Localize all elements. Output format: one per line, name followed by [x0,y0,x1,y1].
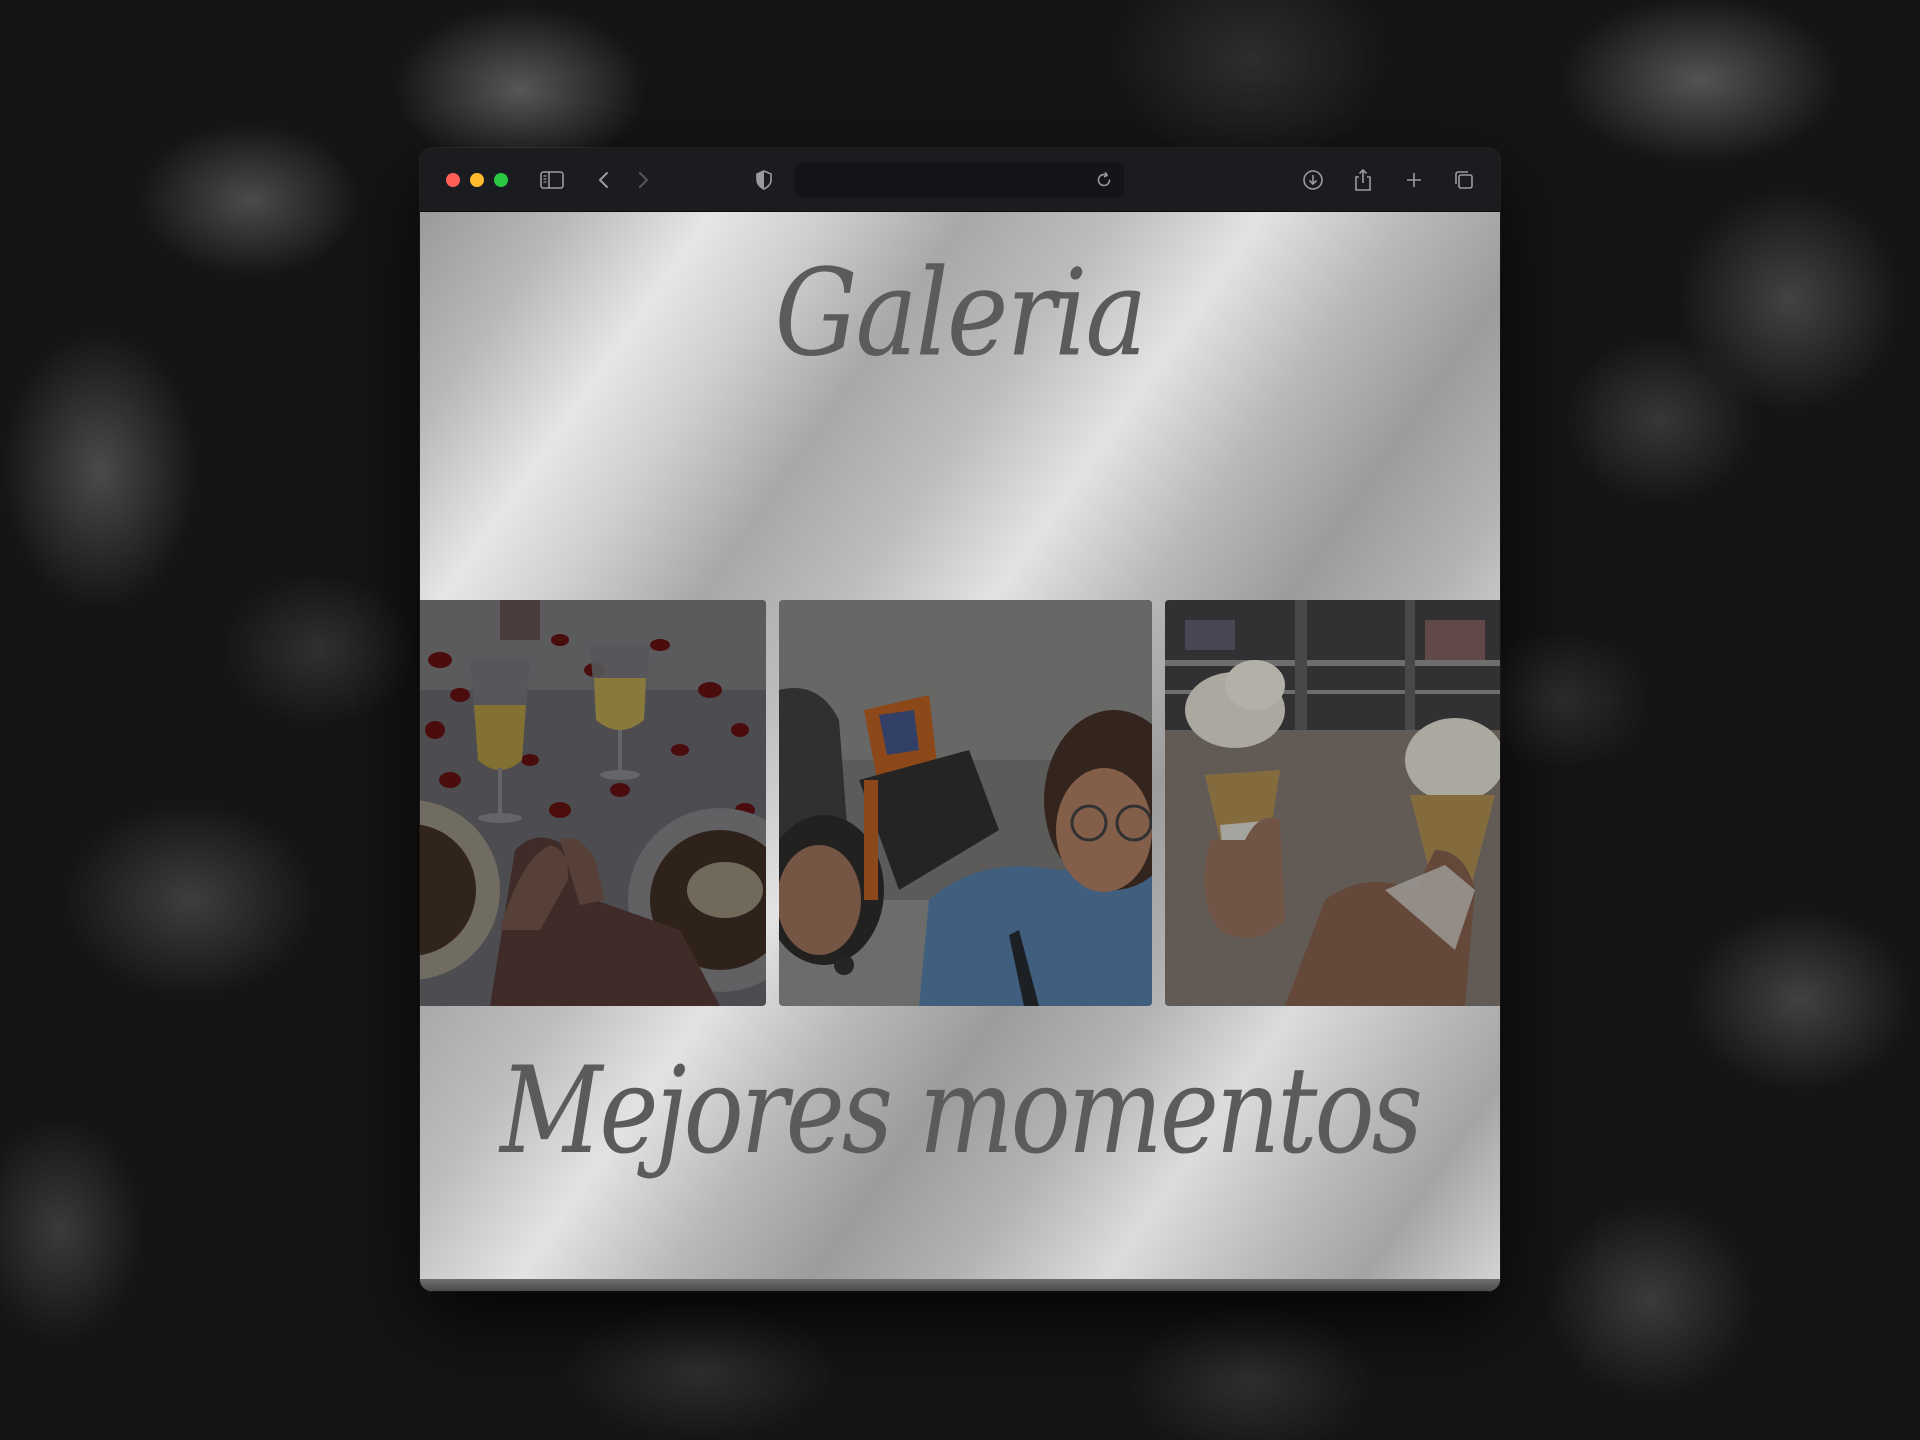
download-icon[interactable] [1299,166,1327,194]
sidebar-icon[interactable] [538,166,566,194]
gallery-photo-ice-cream[interactable] [1165,600,1500,1006]
best-moments-heading: Mejores momentos [499,1040,1423,1181]
share-icon[interactable] [1349,166,1377,194]
photo-gallery [420,600,1500,1006]
close-window-button[interactable] [446,173,460,187]
address-bar[interactable] [794,162,1124,198]
gallery-photo-selfie[interactable] [779,600,1152,1006]
page-bottom-edge [420,1279,1500,1291]
browser-toolbar [420,148,1500,212]
gallery-photo-dinner[interactable] [420,600,766,1006]
tab-overview-icon[interactable] [1450,166,1478,194]
page-content: Galeria Mejores momentos [420,212,1500,1291]
privacy-shield-icon[interactable] [750,166,778,194]
minimize-window-button[interactable] [470,173,484,187]
forward-icon[interactable] [629,166,657,194]
gallery-heading: Galeria [774,242,1148,384]
back-icon[interactable] [590,166,618,194]
reload-icon[interactable] [1090,166,1118,194]
new-tab-icon[interactable] [1400,166,1428,194]
zoom-window-button[interactable] [494,173,508,187]
browser-window: Galeria Mejores momentos [420,148,1500,1291]
